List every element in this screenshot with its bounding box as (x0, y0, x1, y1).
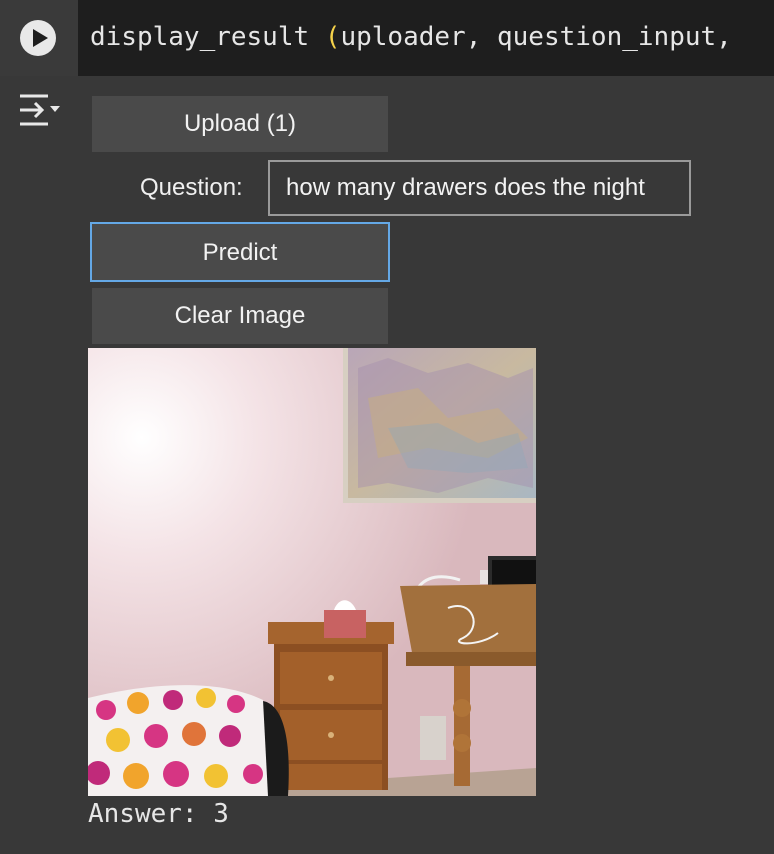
question-input[interactable] (268, 160, 691, 216)
code-line[interactable]: display_result (uploader, question_input… (90, 20, 732, 54)
run-cell-button[interactable] (20, 20, 56, 56)
uploaded-image (88, 348, 536, 796)
bedroom-photo-icon (88, 348, 536, 796)
code-cell-header: display_result (uploader, question_input… (0, 0, 774, 76)
clear-image-button[interactable]: Clear Image (92, 288, 388, 344)
code-prefix: display_result (90, 22, 325, 52)
code-rest: uploader, question_input, (340, 22, 732, 52)
predict-button[interactable]: Predict (90, 222, 390, 282)
answer-output: Answer: 3 (88, 799, 229, 829)
output-options-icon[interactable] (18, 92, 62, 128)
play-icon (33, 29, 48, 47)
code-paren: ( (324, 22, 341, 52)
upload-button[interactable]: Upload (1) (92, 96, 388, 152)
question-label: Question: (140, 174, 243, 201)
run-gutter (0, 0, 78, 76)
